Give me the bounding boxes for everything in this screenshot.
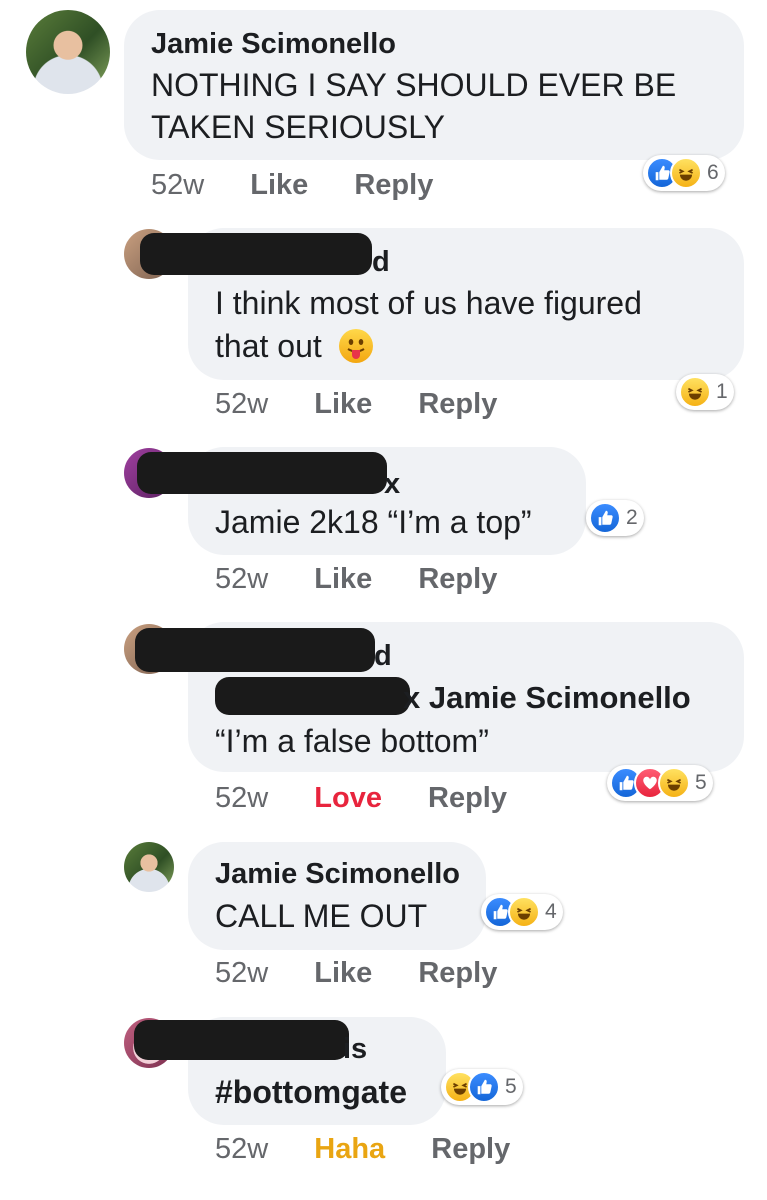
comment-meta: 52w Like Reply xyxy=(215,563,497,596)
reply-action[interactable]: Reply xyxy=(431,1133,510,1165)
reactions-summary[interactable]: 2 xyxy=(586,500,644,536)
comment-timestamp[interactable]: 52w xyxy=(215,957,268,989)
redaction-bar xyxy=(135,628,375,672)
comment-meta: 52w Love Reply xyxy=(215,782,507,815)
mention-tag[interactable]: x Jamie Scimonello xyxy=(403,680,691,716)
redaction-bar xyxy=(134,1020,349,1060)
haha-reaction-icon xyxy=(670,157,702,189)
like-action[interactable]: Like xyxy=(314,957,372,989)
comment-meta: 52w Like Reply xyxy=(151,169,433,202)
haha-reaction-icon xyxy=(658,767,690,799)
reaction-count: 6 xyxy=(707,161,719,184)
reactions-summary[interactable]: 1 xyxy=(676,374,734,410)
haha-reaction-icon xyxy=(679,376,711,408)
like-action[interactable]: Like xyxy=(314,563,372,595)
avatar-jamie[interactable] xyxy=(124,842,174,892)
comment-timestamp[interactable]: 52w xyxy=(215,782,268,814)
comment-meta: 52w Like Reply xyxy=(215,388,497,421)
redaction-bar xyxy=(140,233,372,275)
comment-timestamp[interactable]: 52w xyxy=(215,563,268,595)
reactions-summary[interactable]: 5 xyxy=(607,765,713,801)
commenter-name-fragment[interactable]: d xyxy=(374,640,392,673)
comment-timestamp[interactable]: 52w xyxy=(215,388,268,420)
comment-text-line: NOTHING I SAY SHOULD EVER BE xyxy=(151,67,677,103)
reaction-count: 5 xyxy=(695,771,707,794)
reply-action[interactable]: Reply xyxy=(418,957,497,989)
avatar-jamie[interactable] xyxy=(26,10,110,94)
commenter-name-fragment[interactable]: is xyxy=(343,1033,367,1066)
haha-action[interactable]: Haha xyxy=(314,1133,385,1165)
reactions-summary[interactable]: 5 xyxy=(441,1069,523,1105)
reaction-count: 1 xyxy=(716,380,728,403)
like-action[interactable]: Like xyxy=(314,388,372,420)
comment-text-line: Jamie 2k18 “I’m a top” xyxy=(215,504,532,540)
comment-meta: 52w Like Reply xyxy=(215,957,497,990)
comment-meta: 52w Haha Reply xyxy=(215,1133,510,1166)
reply-action[interactable]: Reply xyxy=(428,782,507,814)
comment-timestamp[interactable]: 52w xyxy=(215,1133,268,1165)
reply-action[interactable]: Reply xyxy=(418,563,497,595)
reaction-count: 4 xyxy=(545,900,557,923)
commenter-name[interactable]: Jamie Scimonello xyxy=(215,858,460,891)
comment-text-line: I think most of us have figured xyxy=(215,285,642,321)
like-reaction-icon xyxy=(468,1071,500,1103)
reaction-count: 5 xyxy=(505,1075,517,1098)
reaction-count: 2 xyxy=(626,506,638,529)
comment-text-line: TAKEN SERIOUSLY xyxy=(151,109,445,145)
reactions-summary[interactable]: 6 xyxy=(643,155,725,191)
reactions-summary[interactable]: 4 xyxy=(481,894,563,930)
like-action[interactable]: Like xyxy=(250,169,308,201)
reply-action[interactable]: Reply xyxy=(354,169,433,201)
commenter-name-fragment[interactable]: d xyxy=(372,246,390,279)
love-action[interactable]: Love xyxy=(314,782,382,814)
comment-text-line: that out xyxy=(215,325,373,367)
comment-text-line: CALL ME OUT xyxy=(215,898,428,934)
comment-text-line: “I’m a false bottom” xyxy=(215,723,489,759)
reply-action[interactable]: Reply xyxy=(418,388,497,420)
comment-text-line: #bottomgate xyxy=(215,1074,407,1110)
commenter-name[interactable]: Jamie Scimonello xyxy=(151,28,396,61)
redaction-bar xyxy=(215,677,410,715)
haha-reaction-icon xyxy=(508,896,540,928)
tongue-emoji-icon xyxy=(338,329,373,363)
commenter-name-fragment[interactable]: x xyxy=(384,468,400,501)
comment-timestamp[interactable]: 52w xyxy=(151,169,204,201)
like-reaction-icon xyxy=(589,502,621,534)
redaction-bar xyxy=(137,452,387,494)
